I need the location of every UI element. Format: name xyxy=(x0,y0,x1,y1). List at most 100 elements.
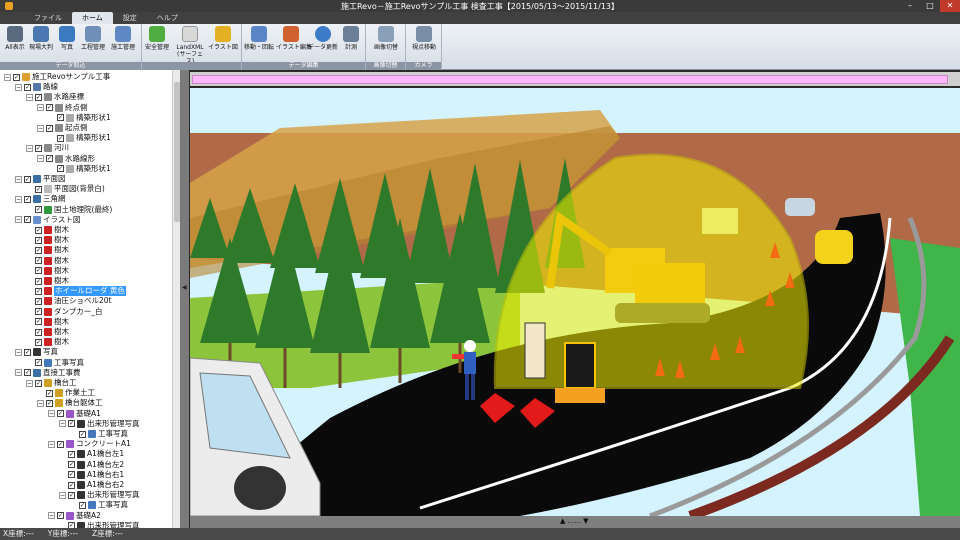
tree-node[interactable]: ✓ 樹木 xyxy=(26,235,69,245)
tree-checkbox[interactable]: ✓ xyxy=(35,226,42,234)
scene-3d[interactable] xyxy=(190,88,960,516)
tree-node[interactable]: ✓ 出来形管理写真 xyxy=(59,521,140,528)
tree-checkbox[interactable]: ✓ xyxy=(68,461,75,469)
tree-node[interactable]: − ✓ 出来形管理写真 xyxy=(59,490,140,500)
tree-node[interactable]: ✓ 樹木 xyxy=(26,245,69,255)
tree-checkbox[interactable]: ✓ xyxy=(24,216,31,224)
tab-help[interactable]: ヘルプ xyxy=(147,12,188,24)
tree-expander-icon[interactable]: − xyxy=(37,104,44,112)
tree-node[interactable]: − ✓ コンクリートA1 xyxy=(48,439,131,449)
move-rotate-button[interactable]: 移動・回転 xyxy=(244,26,274,60)
tree-node[interactable]: ✓ 油圧ショベル20t xyxy=(26,296,111,306)
tree-node[interactable]: − ✓ 直接工事費 xyxy=(15,368,81,378)
tree-node[interactable]: ✓ 工事写真 xyxy=(70,429,128,439)
tree-checkbox[interactable]: ✓ xyxy=(46,389,53,397)
tree-node[interactable]: − ✓ 橋台工 xyxy=(26,378,77,388)
tree-node[interactable]: ✓ A1橋台右1 xyxy=(59,470,124,480)
tree-checkbox[interactable]: ✓ xyxy=(35,308,42,316)
tree-checkbox[interactable]: ✓ xyxy=(46,124,53,132)
tree-checkbox[interactable]: ✓ xyxy=(35,206,42,214)
site-map-button[interactable]: 現場大判 xyxy=(28,26,54,60)
tree-node[interactable]: ✓ 樹木 xyxy=(26,266,69,276)
tree-expander-icon[interactable]: − xyxy=(4,73,11,81)
tree-node[interactable]: ✓ 樹木 xyxy=(26,327,69,337)
tree-checkbox[interactable]: ✓ xyxy=(24,83,31,91)
tree-node[interactable]: − ✓ 基礎A2 xyxy=(48,511,101,521)
tree-node[interactable]: − ✓ 橋台躯体工 xyxy=(37,398,103,408)
tree-checkbox[interactable]: ✓ xyxy=(68,491,75,499)
tree-node[interactable]: ✓ A1橋台左1 xyxy=(59,449,124,459)
tree-expander-icon[interactable]: − xyxy=(48,512,55,520)
tree-node[interactable]: − ✓ 河川 xyxy=(26,143,69,153)
tab-file[interactable]: ファイル xyxy=(24,12,72,24)
tree-checkbox[interactable]: ✓ xyxy=(24,348,31,356)
tree-node[interactable]: − ✓ 水路座標 xyxy=(26,92,84,102)
tree-expander-icon[interactable]: − xyxy=(15,175,22,183)
tree-expander-icon[interactable]: − xyxy=(15,83,22,91)
tree-node[interactable]: − ✓ 三角網 xyxy=(15,194,66,204)
tree-expander-icon[interactable]: − xyxy=(59,420,66,428)
tab-home[interactable]: ホーム xyxy=(72,12,113,24)
tree-checkbox[interactable]: ✓ xyxy=(24,175,31,183)
tree-checkbox[interactable]: ✓ xyxy=(35,185,42,193)
minimize-button[interactable]: – xyxy=(900,0,920,12)
tree-node[interactable]: − ✓ 路線 xyxy=(15,82,58,92)
data-update-button[interactable]: データ更新 xyxy=(308,26,338,60)
tree-checkbox[interactable]: ✓ xyxy=(46,399,53,407)
tree-checkbox[interactable]: ✓ xyxy=(35,267,42,275)
tree-checkbox[interactable]: ✓ xyxy=(57,512,64,520)
tree-expander-icon[interactable]: − xyxy=(26,144,33,152)
tree-scrollbar[interactable] xyxy=(172,70,180,528)
tab-settings[interactable]: 設定 xyxy=(113,12,147,24)
tree-scrollbar-thumb[interactable] xyxy=(174,82,180,222)
tree-checkbox[interactable]: ✓ xyxy=(24,369,31,377)
tree-node[interactable]: ✓ ダンプカー_白 xyxy=(26,307,103,317)
object-tree[interactable]: − ✓ 施工Revoサンプル工事 − ✓ 路線 − ✓ 水路座標 − ✓ 終点側 ✓ 構築形状1− ✓ 起点側… xyxy=(0,70,181,528)
3d-viewport[interactable] xyxy=(190,88,960,516)
measure-button[interactable]: 計測 xyxy=(338,26,364,60)
tree-node[interactable]: ✓ 構築形状1 xyxy=(48,164,111,174)
tree-checkbox[interactable]: ✓ xyxy=(35,236,42,244)
schedule-button[interactable]: 工程管理 xyxy=(80,26,106,60)
landxml-button[interactable]: LandXML (サーフェス) xyxy=(174,26,206,65)
tree-expander-icon[interactable]: − xyxy=(15,369,22,377)
tree-checkbox[interactable]: ✓ xyxy=(68,481,75,489)
splitter-grip-icon[interactable]: ◀ xyxy=(182,284,188,294)
tree-checkbox[interactable]: ✓ xyxy=(46,155,53,163)
tree-expander-icon[interactable]: − xyxy=(15,195,22,203)
tree-expander-icon[interactable]: − xyxy=(59,491,66,499)
tree-checkbox[interactable]: ✓ xyxy=(57,114,64,122)
tree-node[interactable]: ✓ 樹木 xyxy=(26,256,69,266)
tree-node[interactable]: ✓ 平面図(背景白) xyxy=(26,184,105,194)
tree-checkbox[interactable]: ✓ xyxy=(35,287,42,295)
safety-button[interactable]: 安全管理 xyxy=(144,26,170,60)
tree-checkbox[interactable]: ✓ xyxy=(35,257,42,265)
tree-node[interactable]: ✓ 樹木 xyxy=(26,276,69,286)
tree-checkbox[interactable]: ✓ xyxy=(79,430,86,438)
tree-checkbox[interactable]: ✓ xyxy=(24,195,31,203)
all-view-button[interactable]: All表示 xyxy=(2,26,28,60)
tree-node[interactable]: − ✓ 起点側 xyxy=(37,123,88,133)
tree-expander-icon[interactable]: − xyxy=(26,93,33,101)
tree-node[interactable]: ✓ 樹木 xyxy=(26,317,69,327)
tree-node[interactable]: ✓ 構築形状1 xyxy=(48,113,111,123)
tree-checkbox[interactable]: ✓ xyxy=(35,338,42,346)
splitter-grip-down-icon[interactable]: ▲ ...... ▼ xyxy=(560,517,589,525)
tree-node[interactable]: ✓ ホイールローダ 黄色 xyxy=(26,286,126,297)
tree-node[interactable]: − ✓ 基礎A1 xyxy=(48,409,101,419)
tree-checkbox[interactable]: ✓ xyxy=(35,328,42,336)
illustration-button[interactable]: イラスト図 xyxy=(208,26,238,60)
image-switch-button[interactable]: 画像切替 xyxy=(370,26,402,60)
tree-checkbox[interactable]: ✓ xyxy=(57,410,64,418)
tree-checkbox[interactable]: ✓ xyxy=(57,165,64,173)
tree-node[interactable]: − ✓ 施工Revoサンプル工事 xyxy=(4,72,110,82)
tree-node[interactable]: ✓ 樹木 xyxy=(26,337,69,347)
tree-node[interactable]: − ✓ 出来形管理写真 xyxy=(59,419,140,429)
message-bar[interactable] xyxy=(192,75,948,84)
tree-node[interactable]: ✓ 樹木 xyxy=(26,225,69,235)
construction-button[interactable]: 施工管理 xyxy=(110,26,136,60)
tree-node[interactable]: ✓ 工事写真 xyxy=(26,358,84,368)
tree-checkbox[interactable]: ✓ xyxy=(35,277,42,285)
tree-node[interactable]: ✓ 構築形状1 xyxy=(48,133,111,143)
photo-button[interactable]: 写真 xyxy=(54,26,80,60)
